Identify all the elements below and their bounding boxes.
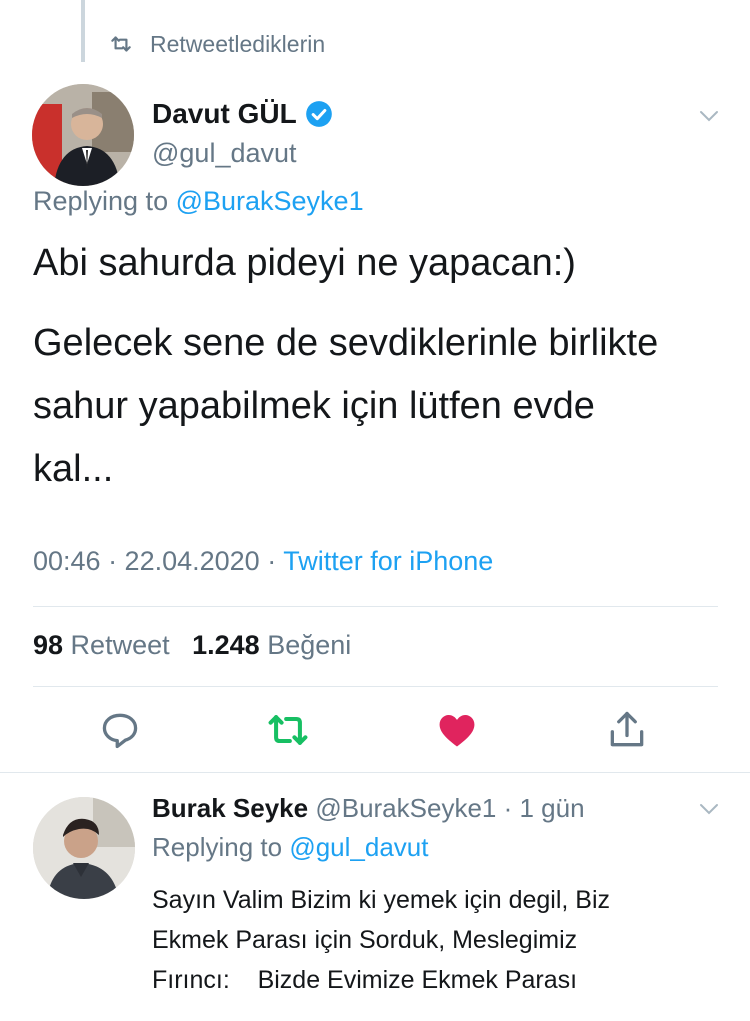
share-icon[interactable] [605, 708, 649, 752]
author-handle[interactable]: @gul_davut [152, 138, 333, 169]
author-name: Davut GÜL [152, 98, 297, 129]
tweet-text-line: kal... [33, 448, 114, 490]
reply-text-line: Sayın Valim Bizim ki yemek için degil, B… [152, 886, 611, 914]
reply-replying-to-link[interactable]: @gul_davut [289, 832, 428, 862]
divider [33, 686, 718, 687]
tweet-stats: 98 Retweet 1.248 Beğeni [33, 630, 351, 661]
tweet-text-line: sahur yapabilmek için lütfen evde [33, 385, 595, 427]
thread-line [81, 0, 85, 62]
reply-avatar[interactable] [33, 797, 135, 899]
replying-to-link[interactable]: @BurakSeyke1 [176, 186, 364, 216]
retweet-action-icon[interactable] [266, 708, 310, 752]
tweet-time: 00:46 · 22.04.2020 · [33, 546, 284, 576]
avatar[interactable] [32, 84, 134, 186]
chevron-down-icon[interactable] [697, 104, 721, 128]
divider [33, 606, 718, 607]
reply-text-line: Fırıncı: Bizde Evimize Ekmek Parası [152, 966, 578, 994]
reply-chevron-down-icon[interactable] [697, 797, 721, 821]
reply-time: · 1 gün [496, 793, 585, 823]
reply-replying-to: Replying to @gul_davut [152, 832, 428, 863]
tweet-meta: 00:46 · 22.04.2020 · Twitter for iPhone [33, 546, 493, 577]
reply-header[interactable]: Burak Seyke @BurakSeyke1 · 1 gün [152, 793, 585, 824]
retweet-header[interactable]: Retweetlediklerin [108, 28, 325, 60]
replying-to: Replying to @BurakSeyke1 [33, 186, 364, 217]
tweet-text-line: Abi sahurda pideyi ne yapacan:) [33, 242, 576, 284]
like-count: 1.248 [192, 630, 260, 660]
reply-avatar-photo [33, 797, 135, 899]
divider [0, 772, 750, 773]
retweet-header-label: Retweetlediklerin [150, 30, 326, 57]
verified-badge-icon [305, 101, 332, 127]
retweet-stat[interactable]: 98 Retweet [33, 630, 170, 660]
retweet-icon [111, 36, 131, 52]
heart-icon[interactable] [435, 708, 479, 752]
reply-replying-to-prefix: Replying to [152, 832, 290, 862]
like-stat-label: Beğeni [259, 630, 352, 660]
author-name-row[interactable]: Davut GÜL [152, 98, 333, 130]
tweet-text-line: Gelecek sene de sevdiklerinle birlikte [33, 322, 659, 364]
retweet-count: 98 [33, 630, 64, 660]
like-stat[interactable]: 1.248 Beğeni [192, 630, 351, 660]
reply-author-name: Burak Seyke [152, 793, 309, 823]
replying-to-prefix: Replying to [33, 186, 176, 216]
reply-text-line: Ekmek Parası için Sorduk, Meslegimiz [152, 926, 578, 954]
reply-text: Sayın Valim Bizim ki yemek için degil, B… [152, 880, 722, 1000]
retweet-stat-label: Retweet [63, 630, 170, 660]
reply-author-handle: @BurakSeyke1 [308, 793, 497, 823]
reply-icon[interactable] [98, 708, 142, 752]
avatar-photo [32, 84, 134, 186]
tweet-source-link[interactable]: Twitter for iPhone [283, 546, 493, 576]
